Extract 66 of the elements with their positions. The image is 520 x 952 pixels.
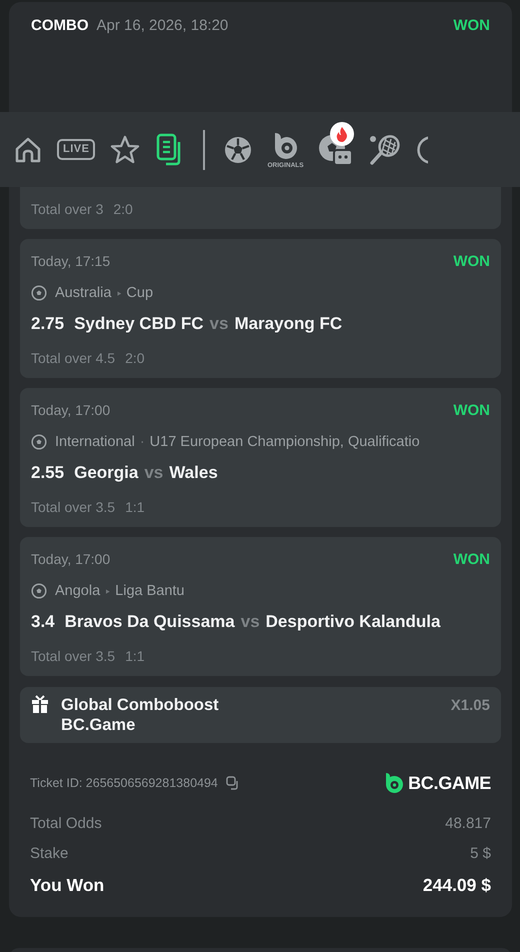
soccer-tab[interactable]: [223, 134, 254, 164]
boost-multiplier: X1.05: [450, 697, 490, 714]
total-value: 48.817: [445, 814, 491, 832]
total-value: 5 $: [470, 844, 491, 862]
status-label: WON: [453, 550, 490, 568]
bet-type: COMBO: [31, 16, 88, 34]
star-icon: [109, 134, 142, 166]
match-time: Today, 17:15: [31, 253, 110, 269]
league-name: Angola: [55, 583, 100, 599]
versus-label: vs: [144, 463, 164, 483]
soccer-ball-icon: [31, 583, 47, 599]
bet-date: Apr 16, 2026, 18:20: [96, 16, 230, 34]
tennis-racket-icon: [368, 134, 402, 166]
status-label: WON: [453, 252, 490, 270]
soccer-ball-icon: [223, 134, 254, 164]
league-name: Australia: [55, 285, 112, 301]
tennis-tab[interactable]: [368, 134, 402, 166]
gift-icon: [31, 695, 49, 713]
soccer-ball-icon: [31, 434, 47, 450]
market-label: Total over 3: [31, 201, 104, 217]
league-name: Liga Bantu: [115, 583, 184, 599]
live-tab[interactable]: LIVE: [57, 139, 96, 160]
soccer-ball-icon: [31, 285, 47, 301]
logo-icon: [385, 772, 404, 794]
home-icon: [13, 134, 43, 164]
boost-subtitle: BC.Game: [61, 715, 136, 735]
odds-value: 3.4: [31, 612, 55, 632]
total-label: Total Odds: [30, 814, 102, 832]
team-name: Marayong FC: [234, 314, 342, 334]
match-time: Today, 17:00: [31, 551, 110, 567]
score: 2:0: [125, 350, 145, 366]
ball-tab[interactable]: [416, 134, 428, 164]
total-value: 244.09 $: [422, 874, 491, 896]
market-label: Total over 4.5: [31, 350, 116, 366]
separator: ‣: [116, 286, 122, 303]
ticket-id: Ticket ID: 2656506569281380494: [30, 776, 218, 790]
copy-icon[interactable]: [226, 776, 240, 790]
soccer-bot-tab[interactable]: [318, 122, 354, 166]
score: 1:1: [125, 499, 145, 515]
versus-label: vs: [210, 314, 228, 334]
total-label: You Won: [30, 874, 104, 896]
favorites-tab[interactable]: [109, 134, 142, 166]
league-name: U17 European Championship, Qualificatio: [150, 434, 420, 450]
team-name: Georgia: [74, 463, 138, 483]
status-label: WON: [453, 402, 490, 418]
separator: ‣: [105, 584, 110, 601]
odds-value: 2.75: [31, 314, 64, 334]
score: 2:0: [113, 201, 133, 217]
total-label: Stake: [30, 844, 68, 862]
boost-title: Global Comboboost: [61, 695, 220, 715]
versus-label: vs: [240, 612, 260, 632]
team-name: Bravos Da Quissama: [64, 612, 235, 632]
team-name: Desportivo Kalandula: [266, 612, 440, 632]
market-label: Total over 3.5: [31, 648, 116, 664]
team-name: Wales: [169, 463, 218, 483]
home-tab[interactable]: [13, 134, 43, 164]
market-label: Total over 3.5: [31, 499, 116, 515]
brand-name: BC.GAME: [408, 772, 491, 794]
score: 1:1: [125, 648, 145, 664]
odds-value: 2.55: [31, 463, 64, 483]
league-name: International: [55, 434, 135, 450]
status-label: WON: [453, 16, 490, 34]
team-name: Sydney CBD FC: [74, 314, 204, 334]
separator: ·: [140, 434, 145, 450]
league-name: Cup: [126, 285, 154, 301]
match-time: Today, 17:00: [31, 402, 110, 418]
